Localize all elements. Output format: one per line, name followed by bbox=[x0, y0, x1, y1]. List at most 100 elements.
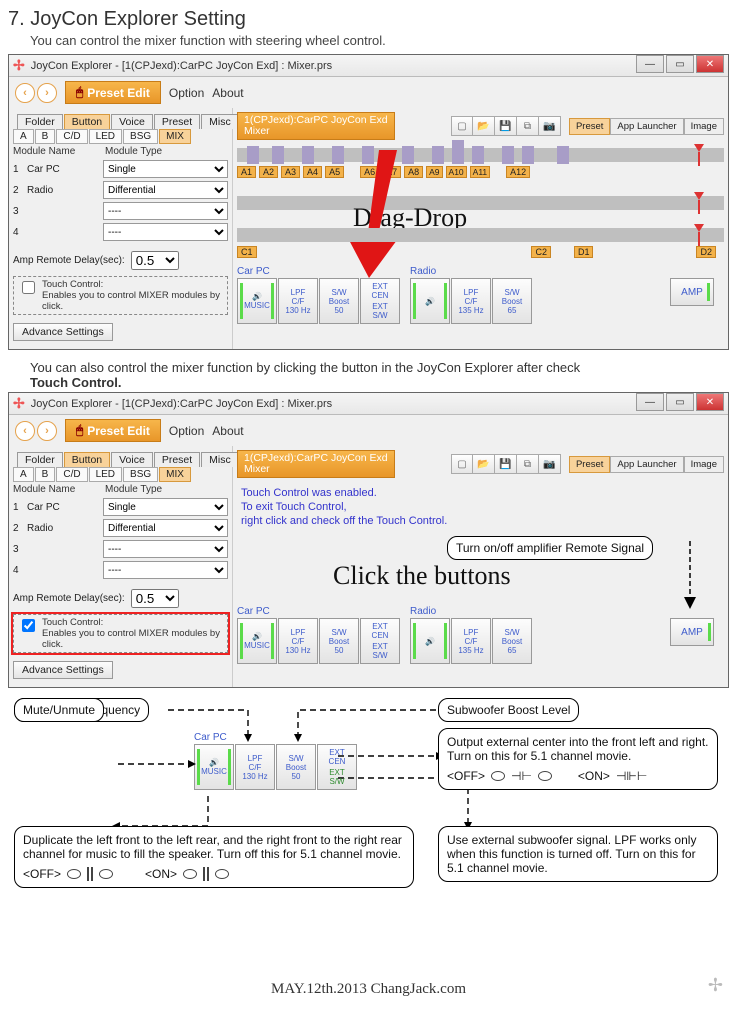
nav-back-icon[interactable]: ‹ bbox=[15, 83, 35, 103]
menu-about[interactable]: About bbox=[212, 424, 243, 438]
max-button[interactable]: ▭ bbox=[666, 393, 694, 411]
mod-row-1: 1 Car PC Single bbox=[13, 160, 228, 178]
mini-camera-icon[interactable]: 📷 bbox=[539, 116, 561, 136]
amp-delay-select[interactable]: 0.5 bbox=[131, 251, 179, 270]
mixer-ext-1[interactable]: EXT CENEXT S/W bbox=[360, 618, 400, 664]
callout-amp: Turn on/off amplifier Remote Signal bbox=[447, 536, 653, 560]
top-tabs: Folder Button Voice Preset Misc FW bbox=[13, 112, 228, 129]
arrow-amp-icon bbox=[680, 541, 700, 611]
joystick-icon: 🖱 bbox=[76, 423, 83, 438]
subtab-bsg[interactable]: BSG bbox=[123, 129, 158, 144]
footer: MAY.12th.2013 ChangJack.com bbox=[8, 981, 729, 998]
sub-tabs: A B C/D LED BSG MIX bbox=[13, 129, 228, 144]
grp-radio: Radio bbox=[410, 266, 532, 277]
mod-type-2[interactable]: Differential bbox=[103, 181, 228, 199]
timeline-strip-a bbox=[237, 148, 724, 162]
max-button[interactable]: ▭ bbox=[666, 55, 694, 73]
touch-control-box-checked[interactable]: Touch Control: Enables you to control MI… bbox=[13, 614, 228, 653]
tab-folder[interactable]: Folder bbox=[17, 114, 63, 129]
subtab-a[interactable]: A bbox=[13, 129, 34, 144]
axis-c-row: C1 C2 D1 D2 bbox=[237, 246, 724, 258]
hdr-type: Module Type bbox=[105, 146, 162, 157]
desc-extcen: Output external center into the front le… bbox=[438, 728, 718, 790]
joystick-icon: 🖱 bbox=[76, 85, 83, 100]
desc-extsw: Use external subwoofer signal. LPF works… bbox=[438, 826, 718, 882]
preset-edit-button[interactable]: 🖱 Preset Edit bbox=[65, 81, 161, 104]
tab-preset[interactable]: Preset bbox=[154, 114, 200, 129]
mixer-boost-2[interactable]: S/WBoost65 bbox=[492, 278, 532, 324]
timeline-strip-b bbox=[237, 196, 724, 210]
mixer-mute[interactable]: 🔊MUSIC bbox=[237, 618, 277, 664]
mini-toolbar: ▢ 📂 💾 ⧉ 📷 bbox=[451, 116, 561, 136]
mixer-lpf-1[interactable]: LPFC/F130 Hz bbox=[278, 618, 318, 664]
mixer-mute[interactable]: 🔊MUSIC bbox=[237, 278, 277, 324]
left-pane: Folder Button Voice Preset Misc FW A B C… bbox=[9, 108, 233, 349]
titlebar: ✢ JoyCon Explorer - [1(CPJexd):CarPC Joy… bbox=[9, 55, 728, 77]
mixer-boost-1[interactable]: S/WBoost50 bbox=[319, 278, 359, 324]
subtab-b[interactable]: B bbox=[35, 129, 56, 144]
callout-mute: Mute/Unmute bbox=[14, 698, 104, 722]
mixer-lpf-1[interactable]: LPFC/F130 Hz bbox=[278, 278, 318, 324]
rtab-preset[interactable]: Preset bbox=[569, 118, 610, 135]
menu-option[interactable]: Option bbox=[169, 86, 204, 100]
nav-back-fwd[interactable]: ‹› bbox=[15, 421, 57, 441]
advance-settings-button[interactable]: Advance Settings bbox=[13, 323, 113, 341]
mini-copy-icon[interactable]: ⧉ bbox=[517, 116, 539, 136]
mixer-lpf-2[interactable]: LPFC/F135 Hz bbox=[451, 278, 491, 324]
mixer-amp[interactable]: AMP bbox=[670, 278, 714, 306]
logo-icon: ✢ bbox=[708, 975, 723, 996]
app-icon: ✢ bbox=[13, 57, 25, 74]
mod-row-2: 2 Radio Differential bbox=[13, 181, 228, 199]
advance-settings-button[interactable]: Advance Settings bbox=[13, 661, 113, 679]
subtab-led[interactable]: LED bbox=[89, 129, 122, 144]
touch-checkbox[interactable] bbox=[22, 619, 35, 632]
min-button[interactable]: — bbox=[636, 393, 664, 411]
context-label: 1(CPJexd):CarPC JoyCon ExdMixer bbox=[237, 112, 395, 140]
menu-about[interactable]: About bbox=[212, 86, 243, 100]
min-button[interactable]: — bbox=[636, 55, 664, 73]
nav-back-fwd[interactable]: ‹ › bbox=[15, 83, 57, 103]
nav-fwd-icon[interactable]: › bbox=[37, 83, 57, 103]
right-pane-2: 1(CPJexd):CarPC JoyCon ExdMixer ▢ 📂 💾 ⧉ … bbox=[233, 446, 728, 687]
mixer-amp[interactable]: AMP bbox=[670, 618, 714, 646]
click-buttons-label: Click the buttons bbox=[333, 561, 511, 591]
mixer-radio-mute[interactable]: 🔊 bbox=[410, 278, 450, 324]
menu-option[interactable]: Option bbox=[169, 424, 204, 438]
amp-delay-label: Amp Remote Delay(sec): bbox=[13, 255, 125, 266]
tab-voice[interactable]: Voice bbox=[111, 114, 153, 129]
mixer-boost-1[interactable]: S/WBoost50 bbox=[319, 618, 359, 664]
subtab-cd[interactable]: C/D bbox=[56, 129, 87, 144]
window-2: ✢ JoyCon Explorer - [1(CPJexd):CarPC Joy… bbox=[8, 392, 729, 688]
mini-new-icon[interactable]: ▢ bbox=[451, 116, 473, 136]
callout-sub: Subwoofer Boost Level bbox=[438, 698, 579, 722]
mini-open-icon[interactable]: 📂 bbox=[473, 116, 495, 136]
app-icon: ✢ bbox=[13, 395, 25, 412]
mod-row-3: 3 ---- bbox=[13, 202, 228, 220]
close-button[interactable]: ✕ bbox=[696, 55, 724, 73]
subtab-mix[interactable]: MIX bbox=[159, 129, 191, 144]
tab-button[interactable]: Button bbox=[64, 114, 110, 129]
touch-control-box[interactable]: Touch Control: Enables you to control MI… bbox=[13, 276, 228, 315]
close-button[interactable]: ✕ bbox=[696, 393, 724, 411]
touch-enabled-msg: Touch Control was enabled. To exit Touch… bbox=[241, 486, 724, 528]
window-1: ✢ JoyCon Explorer - [1(CPJexd):CarPC Joy… bbox=[8, 54, 729, 350]
mod-type-3[interactable]: ---- bbox=[103, 202, 228, 220]
right-pane-1: 1(CPJexd):CarPC JoyCon ExdMixer ▢ 📂 💾 ⧉ … bbox=[233, 108, 728, 349]
grp-carpc: Car PC bbox=[237, 266, 400, 277]
mid-text: You can also control the mixer function … bbox=[30, 360, 729, 390]
mod-row-4: 4 ---- bbox=[13, 223, 228, 241]
hdr-name: Module Name bbox=[13, 146, 97, 157]
titlebar-2: ✢ JoyCon Explorer - [1(CPJexd):CarPC Joy… bbox=[9, 393, 728, 415]
desc-dup: Duplicate the left front to the left rea… bbox=[14, 826, 414, 888]
mod-type-4[interactable]: ---- bbox=[103, 223, 228, 241]
section-heading: 7. JoyCon Explorer Setting bbox=[8, 8, 729, 31]
rtab-image[interactable]: Image bbox=[684, 118, 724, 135]
mod-type-1[interactable]: Single bbox=[103, 160, 228, 178]
timeline-strip-c bbox=[237, 228, 724, 242]
preset-edit-button[interactable]: 🖱 Preset Edit bbox=[65, 419, 161, 442]
bottom-diagram: LPF Cutoff Frequency Mute/Unmute Subwoof… bbox=[8, 698, 729, 998]
mini-save-icon[interactable]: 💾 bbox=[495, 116, 517, 136]
mixer-ext-1[interactable]: EXT CEN EXT S/W bbox=[360, 278, 400, 324]
rtab-app[interactable]: App Launcher bbox=[610, 118, 683, 135]
touch-checkbox[interactable] bbox=[22, 281, 35, 294]
